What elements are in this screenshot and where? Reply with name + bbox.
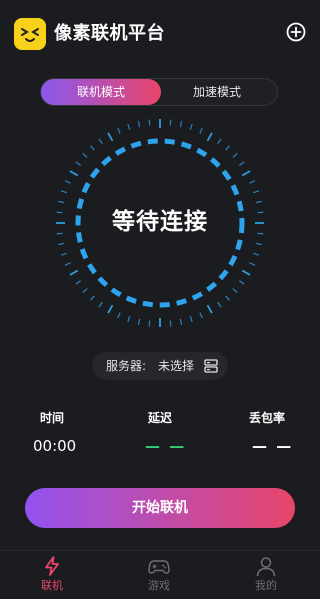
connection-status: 等待连接 — [112, 209, 208, 235]
tab-accelerate-mode[interactable]: 加速模式 — [157, 79, 277, 105]
user-icon — [256, 557, 276, 577]
mode-tabs: 联机模式 加速模式 — [40, 78, 278, 106]
time-label: 时间 — [40, 411, 65, 425]
server-label: 服务器: — [106, 359, 147, 373]
gamepad-icon — [148, 560, 170, 574]
smiley-logo-icon — [14, 18, 46, 50]
time-value: 00:00 — [33, 437, 77, 455]
latency-value: — — — [145, 437, 187, 455]
server-list-icon — [204, 359, 218, 373]
start-connection-button[interactable]: 开始联机 — [25, 488, 295, 528]
app-header: 像素联机平台 — [0, 0, 320, 64]
nav-item-online[interactable]: 联机 — [22, 555, 82, 593]
packet-loss-value: — — — [252, 437, 294, 455]
latency-label: 延迟 — [148, 411, 173, 425]
nav-item-games[interactable]: 游戏 — [129, 555, 189, 593]
nav-item-profile[interactable]: 我的 — [236, 555, 296, 593]
packet-loss-label: 丢包率 — [249, 411, 286, 425]
lightning-icon — [45, 556, 59, 576]
app-title: 像素联机平台 — [54, 23, 165, 44]
nav-label-online: 联机 — [41, 579, 63, 592]
tab-online-mode[interactable]: 联机模式 — [41, 79, 161, 105]
server-value: 未选择 — [158, 359, 195, 373]
nav-label-games: 游戏 — [148, 579, 170, 592]
bottom-nav: 联机 游戏 我的 — [0, 550, 320, 599]
server-selector[interactable]: 服务器: 未选择 — [92, 352, 228, 380]
nav-label-profile: 我的 — [255, 579, 277, 592]
plus-circle-icon[interactable] — [286, 22, 306, 42]
